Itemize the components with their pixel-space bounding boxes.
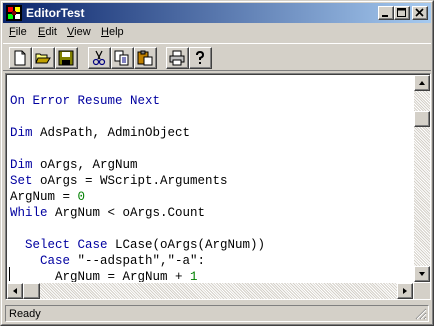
code-number: 1 (190, 270, 198, 282)
minimize-button[interactable] (378, 6, 394, 20)
menu-edit-rest: dit (45, 26, 57, 38)
code-text: ArgNum = (10, 190, 78, 204)
window-title: EditorTest (26, 6, 85, 20)
code-text: ArgNum < oArgs.Count (47, 206, 206, 220)
open-file-button[interactable] (32, 47, 55, 69)
scrollbar-corner (414, 283, 430, 299)
code-line: Set oArgs = WScript.Arguments (10, 173, 228, 189)
save-button[interactable] (55, 47, 78, 69)
cut-scissors-icon (92, 50, 106, 66)
horizontal-scrollbar[interactable] (7, 283, 413, 299)
code-keyword: On Error Resume Next (10, 94, 161, 108)
code-text: "--adspath","-a": (70, 254, 206, 268)
code-line: Select Case LCase(oArgs(ArgNum)) (10, 237, 265, 253)
paste-clipboard-icon (137, 50, 153, 66)
status-pane: Ready (5, 305, 429, 322)
status-text: Ready (9, 308, 41, 320)
cut-button[interactable] (88, 47, 111, 69)
code-text: LCase(oArgs(ArgNum)) (107, 238, 266, 252)
menu-help-rest: elp (108, 26, 124, 38)
code-line: Dim oArgs, ArgNum (10, 157, 138, 173)
minimize-icon (382, 15, 388, 17)
menu-view[interactable]: View (67, 26, 91, 38)
menu-help[interactable]: Help (101, 26, 124, 38)
code-line: ArgNum = 0 (10, 189, 85, 205)
arrow-left-icon (13, 288, 17, 294)
code-keyword: Set (10, 174, 33, 188)
help-question-icon (196, 50, 205, 64)
copy-icon (114, 50, 129, 66)
menu-view-rest: iew (74, 26, 91, 38)
copy-button[interactable] (111, 47, 134, 69)
scroll-down-button[interactable] (414, 266, 430, 282)
code-line: Case "--adspath","-a": (10, 253, 205, 269)
code-line: On Error Resume Next (10, 93, 160, 109)
maximize-icon (397, 8, 406, 17)
close-icon (415, 8, 424, 17)
app-window: EditorTest File Edit View Help On Error … (0, 0, 434, 326)
scroll-right-button[interactable] (397, 283, 413, 299)
editor-surface: On Error Resume Next Dim AdsPath, AdminOb… (6, 74, 430, 299)
save-disk-icon (58, 50, 74, 66)
maximize-button[interactable] (394, 6, 410, 20)
code-text: oArgs, ArgNum (32, 158, 138, 172)
new-file-icon (14, 50, 26, 66)
help-button[interactable] (189, 47, 212, 69)
code-keyword: Dim (10, 158, 33, 172)
code-editor[interactable]: On Error Resume Next Dim AdsPath, AdminOb… (5, 73, 431, 300)
menu-file[interactable]: File (9, 26, 27, 38)
code-keyword: Case (40, 254, 71, 268)
new-file-button[interactable] (9, 47, 32, 69)
menu-edit[interactable]: Edit (38, 26, 57, 38)
arrow-down-icon (419, 272, 425, 276)
print-icon (169, 50, 185, 66)
open-folder-icon (35, 53, 51, 64)
horizontal-scroll-thumb[interactable] (23, 283, 40, 299)
code-text: ArgNum = ArgNum + (10, 270, 191, 282)
resize-grip-icon[interactable] (415, 308, 427, 320)
status-bar: Ready (3, 303, 431, 323)
code-keyword: Select Case (25, 238, 108, 252)
app-icon[interactable] (6, 5, 22, 21)
paste-button[interactable] (134, 47, 157, 69)
close-button[interactable] (412, 6, 428, 20)
code-line: While ArgNum < oArgs.Count (10, 205, 205, 221)
print-button[interactable] (166, 47, 189, 69)
text-caret (9, 267, 10, 281)
code-keyword: While (10, 206, 48, 220)
scroll-up-button[interactable] (414, 75, 430, 91)
arrow-right-icon (403, 288, 407, 294)
code-line: Dim AdsPath, AdminObject (10, 125, 190, 141)
menu-file-accel: F (9, 26, 16, 38)
vertical-scrollbar[interactable] (414, 75, 430, 282)
toolbar (3, 43, 431, 71)
code-text-area[interactable]: On Error Resume Next Dim AdsPath, AdminOb… (7, 75, 413, 282)
code-text: oArgs = WScript.Arguments (32, 174, 228, 188)
scroll-left-button[interactable] (7, 283, 23, 299)
code-keyword: Dim (10, 126, 33, 140)
menu-help-accel: H (101, 26, 109, 38)
menu-file-rest: ile (15, 26, 27, 38)
menu-bar: File Edit View Help (3, 24, 431, 42)
arrow-up-icon (419, 81, 425, 85)
code-number: 0 (77, 190, 86, 204)
code-line: ArgNum = ArgNum + 1 (10, 269, 198, 282)
title-bar[interactable]: EditorTest (3, 3, 431, 23)
code-text: AdsPath, AdminObject (32, 126, 191, 140)
vertical-scroll-thumb[interactable] (414, 111, 430, 127)
